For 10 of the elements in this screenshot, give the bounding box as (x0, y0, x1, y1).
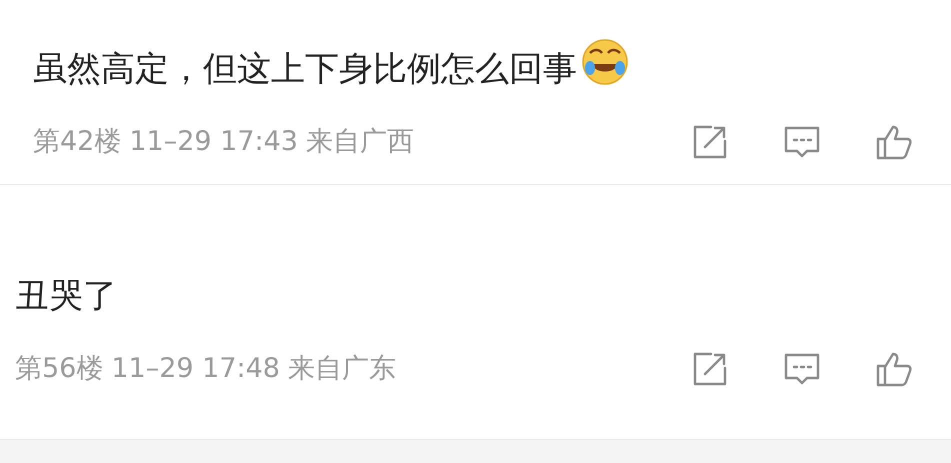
thumbs-up-icon[interactable] (875, 350, 913, 388)
comment-location: 来自广东 (288, 352, 396, 386)
floor-number: 第56楼 (15, 352, 104, 386)
comment-time: 11–29 17:43 (129, 125, 298, 159)
comment-location: 来自广西 (306, 125, 414, 159)
comment-time: 11–29 17:48 (111, 352, 280, 386)
comment-text: 丑哭了 (15, 276, 117, 316)
comment-text: 虽然高定，但这上下身比例怎么回事 (33, 49, 577, 89)
thumbs-up-icon[interactable] (875, 123, 913, 162)
floor-number: 第42楼 (33, 125, 122, 159)
